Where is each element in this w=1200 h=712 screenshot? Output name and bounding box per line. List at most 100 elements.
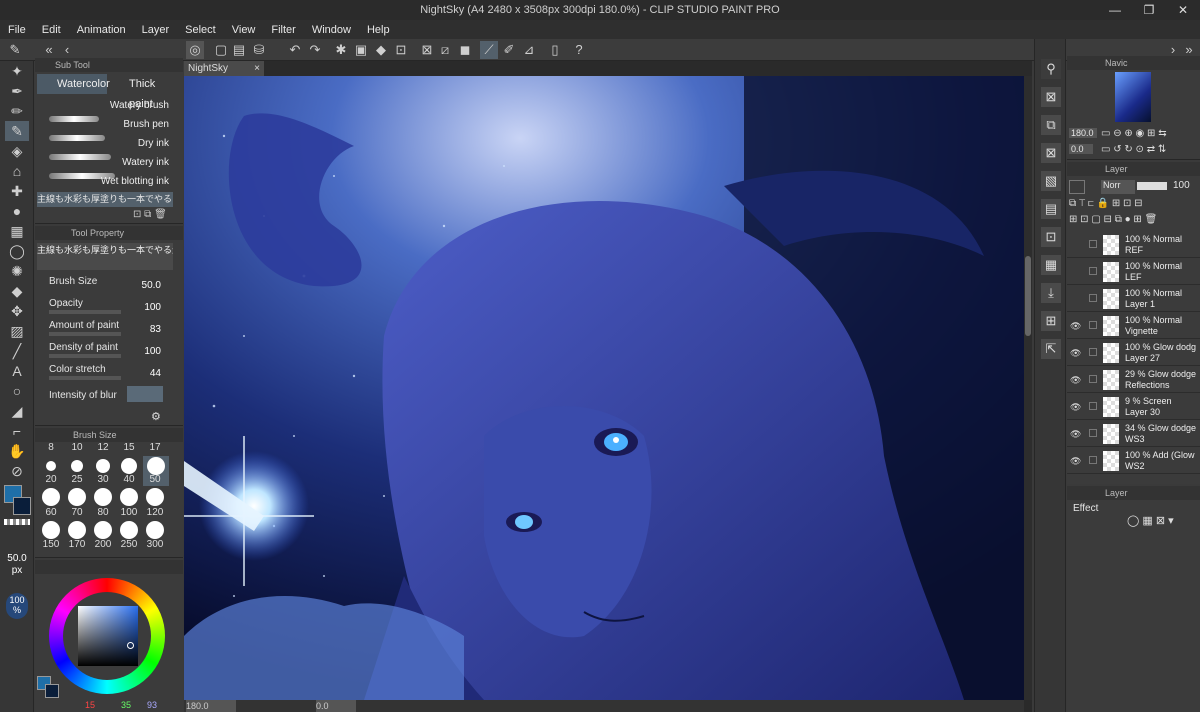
layer-row[interactable]: 👁 100 % Normal Vignette [1067,313,1200,339]
navigator-rotate-controls-icon[interactable]: ▭ ↺ ↻ ⊙ ⇄ ⇅ [1101,144,1166,155]
size-preset[interactable] [42,521,60,539]
panel-icon-2[interactable]: ⧉ [1041,115,1061,135]
menu-select[interactable]: Select [177,24,224,36]
rotation-field[interactable]: 0.0 [316,700,356,712]
canvas-tab[interactable]: NightSky × [184,61,264,76]
loading-icon[interactable]: ✱ [332,41,350,59]
canvas-artwork[interactable] [184,76,1024,700]
layer-select-checkbox[interactable] [1089,321,1097,329]
sub-color-chip[interactable] [45,684,59,698]
layer-row[interactable]: 100 % Normal Layer 1 [1067,286,1200,312]
effect-toggles-icon[interactable]: ◯ ▦ ⊠ ▾ [1127,514,1174,527]
prop-density-value[interactable]: 100 [144,346,161,357]
pencil-tool-icon[interactable]: ✏ [5,101,29,121]
color-picker-handle[interactable] [127,642,134,649]
prop-brush-size-value[interactable]: 50.0 [142,280,161,291]
layer-select-checkbox[interactable] [1089,429,1097,437]
size-preset[interactable] [68,488,86,506]
brush-brush-pen[interactable]: Brush pen [37,115,173,134]
panel-icon-5[interactable]: ▤ [1041,199,1061,219]
size-preset[interactable] [147,457,165,475]
menu-edit[interactable]: Edit [34,24,69,36]
sub-tool-actions-icon[interactable]: ⊡ ⧉ 🗑 [133,209,167,220]
navigator-zoom-controls-icon[interactable]: ▭ ⊖ ⊕ ◉ ⊞ ⇆ [1101,128,1167,139]
panel-collapse-icon[interactable]: « [40,41,58,59]
layer-property-tabs[interactable]: Layer [1067,486,1200,500]
layer-opacity-slider[interactable] [1137,182,1167,190]
transform-icon[interactable]: ⊡ [392,41,410,59]
eye-icon[interactable]: 👁 [1070,348,1081,358]
panel-icon-7[interactable]: ▦ [1041,255,1061,275]
layer-select-checkbox[interactable] [1089,402,1097,410]
density-slider[interactable] [49,354,121,358]
help-icon[interactable]: ? [570,41,588,59]
navigator-rotation[interactable]: 0.0 [1069,144,1093,154]
decoration-tool-icon[interactable]: ⌂ [5,161,29,181]
close-button[interactable]: ✕ [1166,0,1200,20]
navigator-zoom[interactable]: 180.0 [1069,128,1097,138]
size-preset[interactable] [146,521,164,539]
eye-icon[interactable]: 👁 [1070,402,1081,412]
size-preset[interactable] [96,459,110,473]
menu-file[interactable]: File [0,24,34,36]
size-preset[interactable] [71,460,83,472]
size-preset[interactable] [46,461,56,471]
crop-icon[interactable]: ⧄ [436,41,454,59]
color-stretch-slider[interactable] [49,376,121,380]
prop-opacity-value[interactable]: 100 [144,302,161,313]
snap-to-ruler-icon[interactable]: ⟋ [480,41,498,59]
ruler-tool-icon[interactable]: ◢ [5,401,29,421]
panel-icon-4[interactable]: ▧ [1041,171,1061,191]
size-preset[interactable] [94,488,112,506]
layer-select-checkbox[interactable] [1089,240,1097,248]
tab-watercolor[interactable]: Watercolor [37,74,110,94]
eyedropper-tool-icon[interactable]: ⊘ [5,461,29,481]
snap-to-special-ruler-icon[interactable]: ✐ [500,41,518,59]
pen-tool-icon[interactable]: ✒ [5,81,29,101]
eye-icon[interactable]: 👁 [1070,321,1081,331]
undo-icon[interactable]: ↶ [286,41,304,59]
save-icon[interactable]: ⛁ [250,41,268,59]
navigator-thumbnail[interactable] [1115,72,1151,122]
panel-icon-10[interactable]: ⇱ [1041,339,1061,359]
layer-opacity-value[interactable]: 100 [1173,180,1190,191]
scrollbar-thumb[interactable] [1025,256,1031,336]
search-icon[interactable]: ⚲ [1041,59,1061,79]
color-panel-tabs[interactable] [35,560,183,574]
blend-mode-select[interactable]: Norr [1101,180,1135,194]
prop-amount-of-paint-value[interactable]: 83 [150,324,161,335]
layer-actions-icon[interactable]: ⊞ ⊡ ▢ ⊟ ⧉ ● ⊞ 🗑 [1069,214,1157,225]
layer-row[interactable]: 100 % Normal REF [1067,232,1200,258]
brush-selected[interactable]: 主線も水彩も厚塗りも一本でやる [37,192,173,207]
layer-select-checkbox[interactable] [1089,456,1097,464]
panel-icon-1[interactable]: ⊠ [1041,87,1061,107]
panel-icon-9[interactable]: ⊞ [1041,311,1061,331]
sparkle-tool-icon[interactable]: ✚ [5,181,29,201]
text-tool-icon[interactable]: A [5,361,29,381]
figure-tool-icon[interactable]: ╱ [5,341,29,361]
prop-color-stretch-value[interactable]: 44 [150,368,161,379]
visibility-toggle[interactable] [1070,267,1080,277]
zoom-field[interactable]: 180.0 [186,700,236,712]
close-tab-icon[interactable]: × [254,61,260,76]
auto-select-tool-icon[interactable]: ✺ [5,261,29,281]
brush-wet-blotting-ink[interactable]: Wet blotting ink [37,172,173,191]
eye-icon[interactable]: 👁 [1070,456,1081,466]
opacity-readout[interactable]: 100 % [6,593,28,619]
layer-row[interactable]: 👁 9 % Screen Layer 30 [1067,394,1200,420]
layer-row[interactable]: 100 % Normal LEF [1067,259,1200,285]
move-layer-tool-icon[interactable]: ✥ [5,301,29,321]
blend-tool-icon[interactable]: ● [5,201,29,221]
frame-tool-icon[interactable]: ▦ [5,221,29,241]
brush-dry-ink[interactable]: Dry ink [37,134,173,153]
balloon-tool-icon[interactable]: ○ [5,381,29,401]
size-preset[interactable] [120,521,138,539]
menu-view[interactable]: View [224,24,264,36]
lasso-tool-icon[interactable]: ◯ [5,241,29,261]
size-preset[interactable] [121,458,137,474]
size-preset[interactable] [146,488,164,506]
panel-icon-3[interactable]: ⊠ [1041,143,1061,163]
size-preset[interactable] [94,521,112,539]
invert-selection-icon[interactable]: ◼ [456,41,474,59]
menu-layer[interactable]: Layer [134,24,178,36]
